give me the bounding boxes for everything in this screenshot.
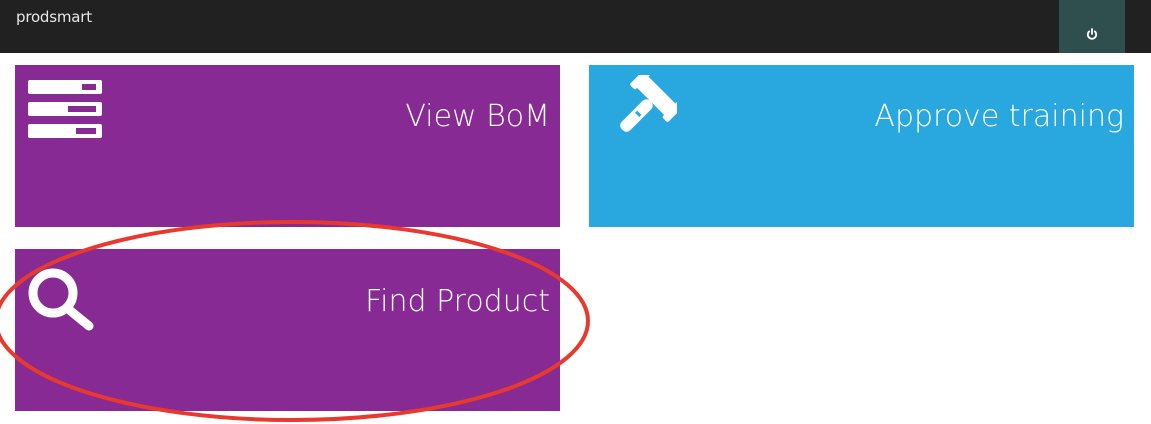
tile-view-bom[interactable]: View BoM — [15, 65, 560, 227]
tile-find-product[interactable]: Find Product — [15, 249, 560, 411]
search-icon — [28, 268, 94, 331]
brand-logo[interactable]: prodsmart — [16, 8, 92, 26]
top-bar: prodsmart — [0, 0, 1151, 53]
logout-button[interactable] — [1059, 0, 1125, 53]
tile-label-find-product: Find Product — [365, 284, 550, 319]
power-icon — [1086, 28, 1098, 40]
tile-label-approve-training: Approve training — [874, 99, 1124, 134]
gavel-icon — [620, 75, 677, 132]
list-icon — [28, 80, 102, 138]
tile-label-view-bom: View BoM — [405, 99, 550, 134]
tile-approve-training[interactable]: Approve training — [589, 65, 1134, 227]
